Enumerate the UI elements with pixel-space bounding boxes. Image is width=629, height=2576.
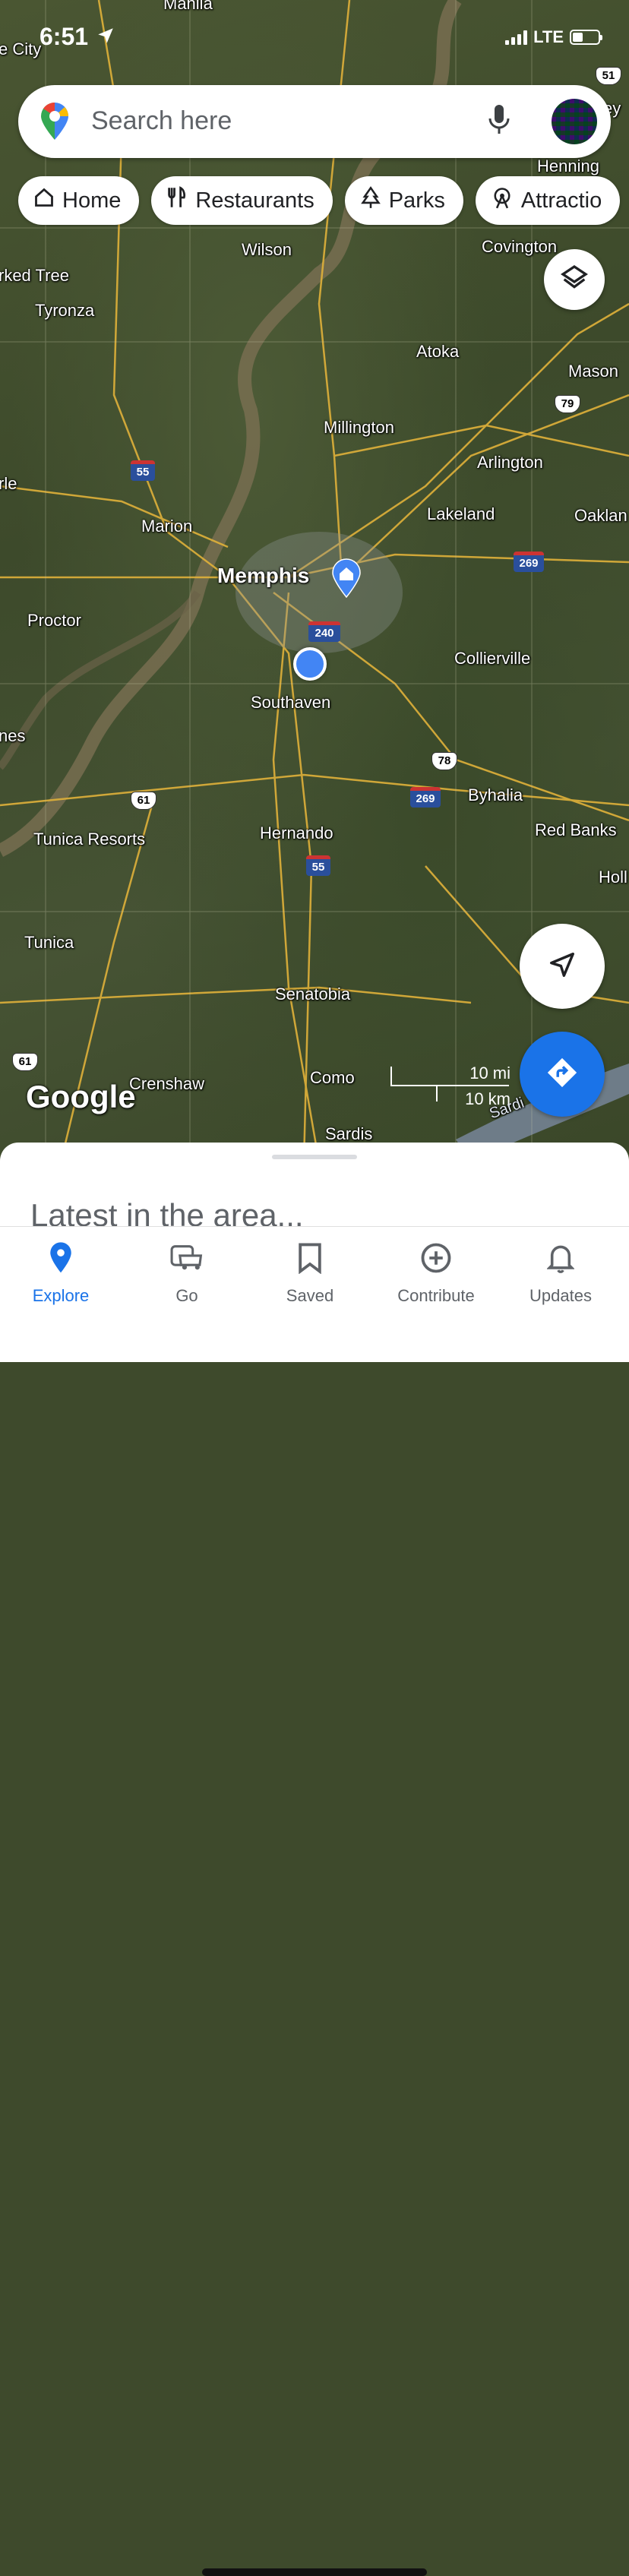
bottom-navigation: Explore Go Saved Contribute Updates [0, 1226, 629, 2576]
place-label: Red Banks [535, 820, 617, 839]
fork-knife-icon [166, 186, 188, 215]
chip-attractions[interactable]: Attractio [475, 176, 621, 225]
place-label: Senatobia [275, 985, 351, 1004]
bell-icon [500, 1241, 621, 1275]
place-label: Atoka [416, 342, 460, 361]
location-arrow-icon [96, 26, 115, 49]
place-label: Arlington [477, 453, 543, 472]
place-label: Como [310, 1068, 355, 1087]
place-label: Collierville [454, 649, 531, 668]
nav-label: Updates [529, 1286, 592, 1305]
place-label: Tunica Resorts [33, 830, 146, 849]
scale-km: 10 km [465, 1089, 510, 1108]
my-location-button[interactable] [520, 924, 605, 1009]
nav-contribute[interactable]: Contribute [375, 1241, 497, 1306]
place-label: Covington [482, 237, 558, 256]
place-label: Wilson [242, 240, 292, 259]
bottom-sheet[interactable]: Latest in the area... [0, 1143, 629, 1226]
place-label: nes [0, 726, 26, 745]
account-avatar[interactable] [552, 99, 597, 144]
layers-button[interactable] [544, 249, 605, 310]
network-type: LTE [533, 27, 564, 46]
chip-restaurants[interactable]: Restaurants [151, 176, 333, 225]
nav-label: Contribute [397, 1286, 475, 1305]
place-label: rked Tree [0, 266, 69, 285]
place-label: Lakeland [427, 504, 495, 523]
navigation-arrow-icon [548, 950, 577, 983]
place-label: Henning [537, 156, 599, 175]
place-label: Hernando [260, 823, 333, 842]
chip-label: Parks [388, 188, 445, 213]
microphone-icon[interactable] [488, 103, 510, 141]
status-time: 6:51 [40, 23, 89, 50]
interstate-shield: 269 [410, 787, 441, 808]
nav-explore[interactable]: Explore [0, 1241, 122, 1306]
nav-label: Saved [286, 1286, 334, 1305]
chip-label: Restaurants [195, 188, 314, 213]
search-input[interactable]: Search here [91, 106, 232, 136]
ferris-wheel-icon [491, 186, 514, 215]
place-label: Proctor [27, 611, 81, 630]
home-indicator [202, 2568, 427, 2576]
map-scale: 10 mi 10 km [389, 1064, 510, 1108]
directions-button[interactable] [520, 1032, 605, 1117]
scale-miles: 10 mi [469, 1064, 510, 1083]
place-label: Southaven [251, 693, 331, 712]
place-label: Tyronza [35, 301, 95, 320]
nav-go[interactable]: Go [126, 1241, 248, 1306]
nav-label: Explore [32, 1286, 90, 1305]
nav-saved[interactable]: Saved [249, 1241, 371, 1306]
nav-label: Go [175, 1286, 198, 1305]
layers-icon [559, 263, 589, 297]
signal-icon [505, 30, 528, 45]
status-bar: 6:51 LTE [0, 0, 629, 76]
us-highway-shield: 78 [431, 752, 457, 770]
interstate-shield: 240 [308, 621, 340, 642]
bookmark-icon [249, 1241, 371, 1275]
chip-home[interactable]: Home [18, 176, 140, 225]
tree-icon [360, 186, 381, 215]
category-chips: Home Restaurants Parks Attractio [18, 176, 621, 225]
place-label: Mason [568, 362, 619, 381]
home-icon [33, 187, 55, 214]
place-label: Sardis [325, 1124, 373, 1143]
explore-pin-icon [0, 1241, 122, 1275]
place-label-major: Memphis [217, 564, 310, 587]
place-label: rle [0, 474, 17, 493]
interstate-shield: 269 [514, 552, 544, 572]
chip-label: Home [62, 188, 122, 213]
search-bar[interactable]: Search here [18, 85, 611, 158]
place-label: Marion [141, 517, 193, 536]
us-highway-shield: 61 [131, 792, 156, 810]
place-label: Tunica [24, 933, 74, 952]
current-location-dot [293, 647, 327, 681]
google-maps-pin-icon [40, 102, 70, 145]
sheet-title: Latest in the area... [30, 1197, 304, 1226]
car-icon [126, 1241, 248, 1275]
battery-icon [570, 30, 602, 45]
place-label: Oaklan [574, 506, 627, 525]
chip-parks[interactable]: Parks [344, 176, 463, 225]
plus-circle-icon [375, 1241, 497, 1275]
interstate-shield: 55 [131, 460, 155, 481]
sheet-drag-handle[interactable] [272, 1155, 357, 1159]
place-label: Crenshaw [129, 1074, 205, 1093]
place-label: Holl [599, 868, 627, 887]
place-label: Millington [324, 418, 394, 437]
us-highway-shield: 79 [555, 395, 580, 413]
google-logo: Google [26, 1079, 136, 1114]
nav-updates[interactable]: Updates [500, 1241, 621, 1306]
chip-label: Attractio [520, 188, 602, 213]
directions-icon [545, 1055, 580, 1094]
interstate-shield: 55 [306, 855, 330, 876]
us-highway-shield: 61 [12, 1053, 38, 1071]
place-label: Byhalia [468, 785, 523, 804]
